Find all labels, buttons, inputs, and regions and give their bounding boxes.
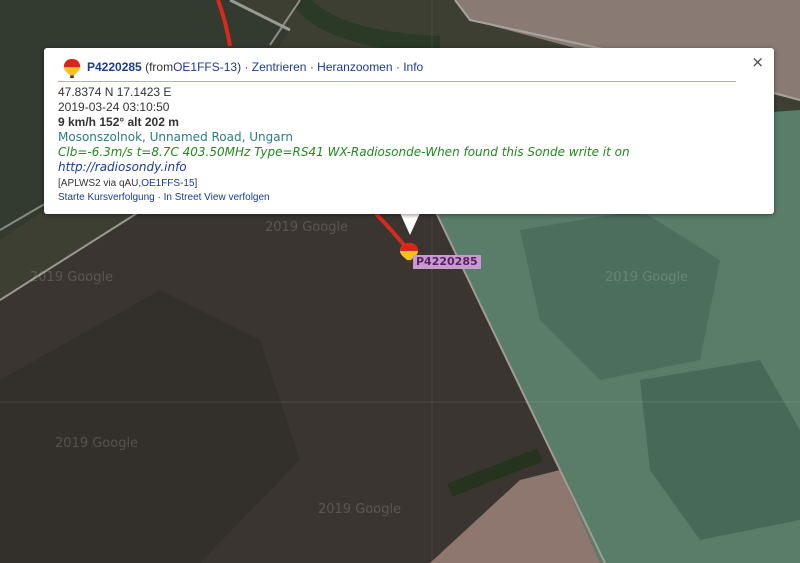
street-view-link[interactable]: In Street View verfolgen bbox=[164, 192, 270, 203]
callsign: P4220285 bbox=[87, 60, 142, 74]
track-links: Starte Kursverfolgung · In Street View v… bbox=[58, 192, 270, 203]
start-tracking-link[interactable]: Starte Kursverfolgung bbox=[58, 192, 155, 203]
path-prefix: [APLWS2 via qAU, bbox=[58, 178, 142, 189]
map-watermark: 2019 Google bbox=[30, 270, 114, 285]
header-divider bbox=[58, 81, 736, 82]
map-watermark: 2019 Google bbox=[55, 436, 139, 451]
info-link[interactable]: Info bbox=[403, 60, 423, 74]
path-station-link[interactable]: OE1FFS-15 bbox=[141, 178, 194, 189]
separator: · bbox=[154, 192, 164, 203]
marker-label[interactable]: P4220285 bbox=[413, 255, 481, 269]
map-watermark: 2019 Google bbox=[318, 502, 402, 517]
close-icon[interactable]: × bbox=[751, 54, 764, 70]
comment-url[interactable]: http://radiosondy.info bbox=[58, 160, 187, 174]
popup-tail bbox=[400, 213, 420, 235]
path-suffix: ] bbox=[194, 178, 198, 189]
from-prefix: (from bbox=[145, 60, 174, 74]
timestamp: 2019-03-24 03:10:50 bbox=[58, 100, 170, 114]
from-station-link[interactable]: OE1FFS-13 bbox=[173, 60, 237, 74]
packet-path: [APLWS2 via qAU,OE1FFS-15] bbox=[58, 178, 197, 189]
coordinates: 47.8374 N 17.1423 E bbox=[58, 85, 172, 99]
popup-header: P4220285 (fromOE1FFS-13) · Zentrieren · … bbox=[87, 60, 423, 74]
balloon-icon bbox=[63, 59, 81, 79]
map-watermark: 2019 Google bbox=[605, 270, 689, 285]
separator: · bbox=[306, 60, 318, 74]
separator: · bbox=[241, 60, 252, 74]
info-popup: P4220285 (fromOE1FFS-13) · Zentrieren · … bbox=[44, 48, 774, 214]
speed-course-altitude: 9 km/h 152° alt 202 m bbox=[58, 115, 179, 129]
separator: · bbox=[392, 60, 404, 74]
center-link[interactable]: Zentrieren bbox=[252, 60, 307, 74]
map-watermark: 2019 Google bbox=[265, 220, 349, 235]
zoom-in-link[interactable]: Heranzoomen bbox=[317, 60, 392, 74]
location: Mosonszolnok, Unnamed Road, Ungarn bbox=[58, 130, 293, 144]
comment: Clb=-6.3m/s t=8.7C 403.50MHz Type=RS41 W… bbox=[58, 145, 630, 159]
